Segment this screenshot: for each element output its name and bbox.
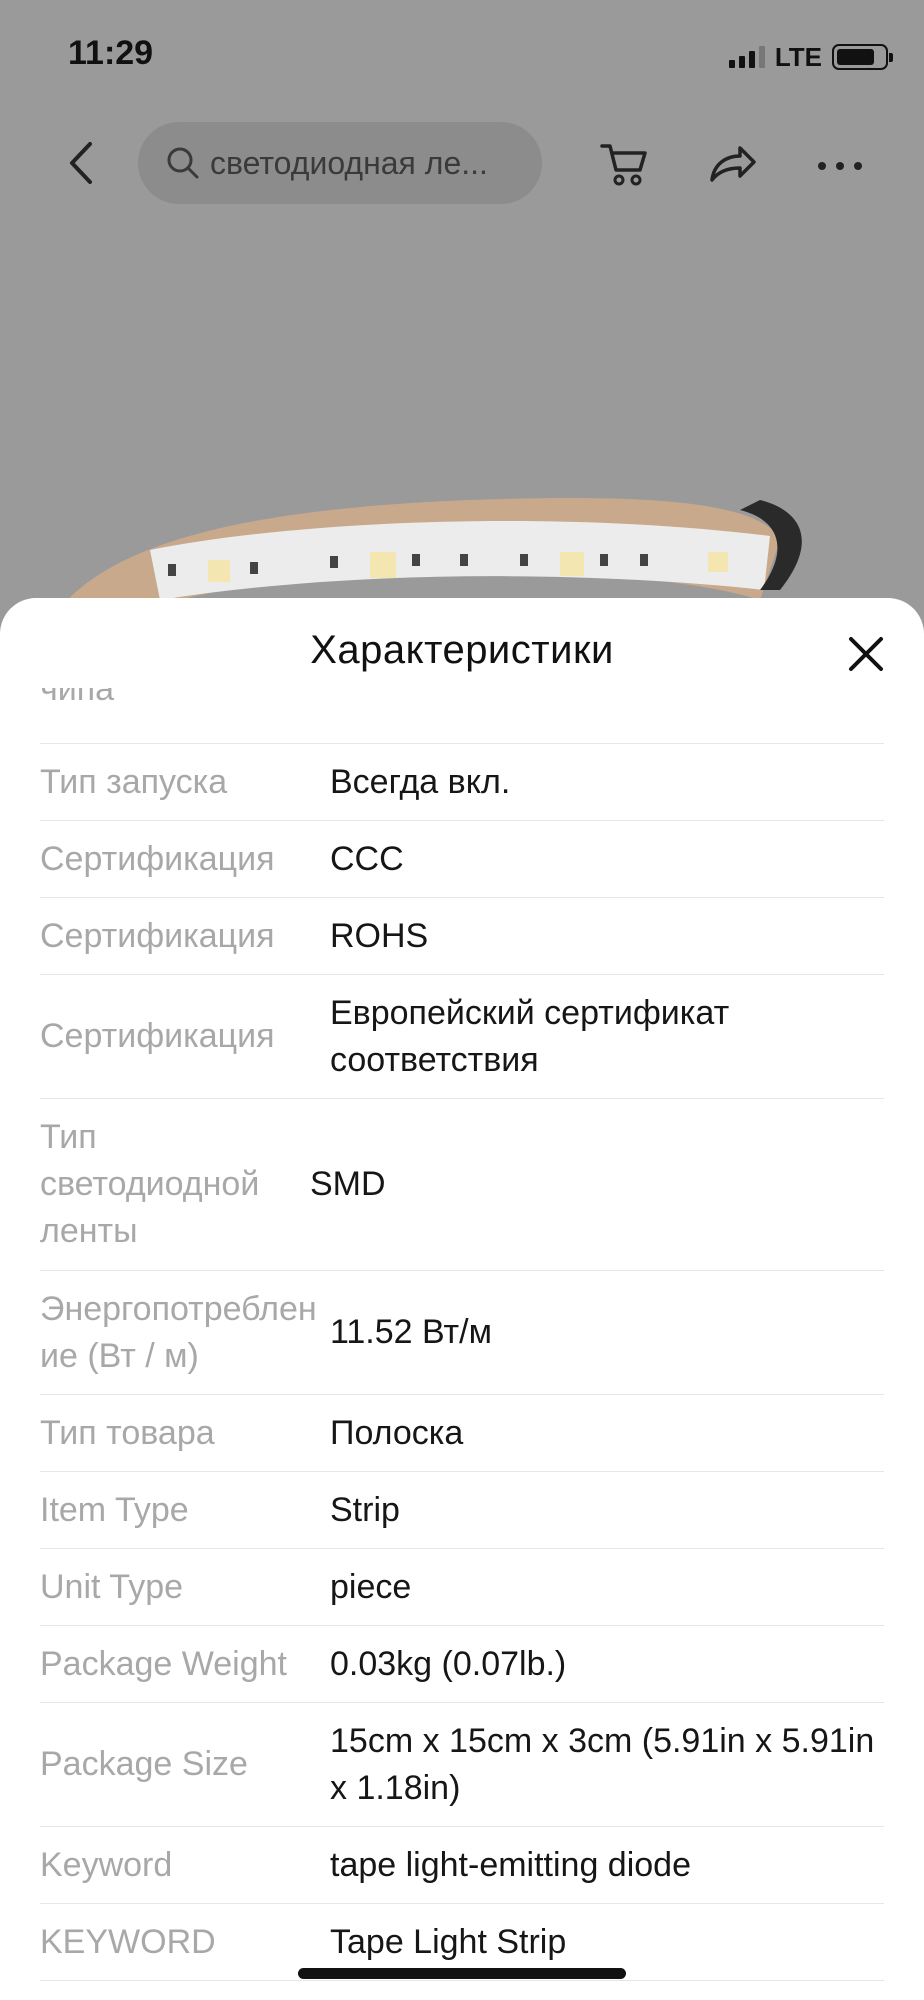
spec-label: Item Type [40, 1490, 189, 1529]
spec-value: SMD [310, 1165, 386, 1203]
table-row: Сертификация Европейский сертификат соот… [40, 975, 884, 1099]
spec-value: 11.52 Вт/м [330, 1313, 492, 1351]
spec-value: 15cm x 15cm x 3cm (5.91in x 5.91in x 1.1… [330, 1721, 875, 1807]
spec-label: Package Weight [40, 1644, 287, 1683]
search-query: светодиодная ле... [210, 144, 488, 181]
share-button[interactable] [706, 140, 758, 188]
spec-label: Энергопотребление (Вт / м) [40, 1289, 317, 1375]
more-icon [818, 162, 862, 170]
spec-value: tape light-emitting diode [330, 1845, 692, 1884]
close-icon [849, 637, 883, 671]
list-item: чипа [40, 688, 884, 744]
spec-label: Сертификация [40, 839, 275, 878]
spec-value: Полоска [330, 1413, 464, 1452]
cart-icon [600, 144, 647, 186]
spec-value: CCC [330, 839, 404, 878]
signal-icon [728, 46, 765, 68]
spec-label: Сертификация [40, 916, 275, 955]
spec-value: piece [330, 1567, 412, 1606]
more-button[interactable] [814, 140, 866, 188]
battery-icon [832, 44, 893, 70]
sheet-title: Характеристики [310, 628, 614, 672]
spec-label: Keyword [40, 1845, 173, 1884]
spec-label: Тип запуска [40, 762, 228, 801]
spec-value: Европейский сертификат соответствия [330, 993, 730, 1079]
top-nav: светодиодная ле... [0, 118, 924, 208]
table-row: Package Size 15cm x 15cm x 3cm (5.91in x… [40, 1703, 884, 1827]
table-row: Keyword tape light-emitting diode [40, 1827, 884, 1904]
table-row: Тип запуска Всегда вкл. [40, 744, 884, 821]
spec-label: Unit Type [40, 1567, 184, 1606]
spec-label: Тип товара [40, 1413, 215, 1452]
table-row: Энергопотребление (Вт / м) 11.52 Вт/м [40, 1271, 884, 1395]
status-indicators: LTE [728, 40, 893, 74]
search-input[interactable]: светодиодная ле... [138, 122, 542, 204]
search-icon [167, 147, 199, 179]
table-row: Тип светодиодной ленты SMD [40, 1099, 884, 1271]
share-icon [710, 146, 756, 182]
spec-value: Всегда вкл. [330, 762, 511, 801]
table-row: Unit Type piece [40, 1549, 884, 1626]
status-time: 11:29 [68, 34, 154, 72]
table-row: Сертификация CCC [40, 821, 884, 898]
back-button[interactable] [62, 138, 102, 188]
table-row: Тип товара Полоска [40, 1395, 884, 1472]
back-icon [70, 142, 92, 184]
network-type: LTE [774, 41, 822, 72]
table-row: Сертификация ROHS [40, 898, 884, 975]
home-indicator[interactable] [298, 1968, 626, 1979]
spec-list: чипа Тип запуска Всегда вкл. Сертификаци… [40, 688, 884, 1981]
characteristics-sheet: Характеристики чипа Тип запуска Всегда в… [0, 598, 924, 2000]
status-bar: 11:29 LTE [0, 0, 924, 110]
close-button[interactable] [846, 634, 886, 674]
cart-button[interactable] [598, 140, 650, 188]
spec-value: Tape Light Strip [330, 1922, 567, 1961]
spec-value: ROHS [330, 916, 429, 955]
spec-label: Сертификация [40, 1017, 275, 1055]
table-row: Item Type Strip [40, 1472, 884, 1549]
spec-label: KEYWORD [40, 1922, 216, 1961]
spec-label: Package Size [40, 1745, 248, 1783]
spec-value: 0.03kg (0.07lb.) [330, 1644, 567, 1683]
spec-label: чипа [40, 688, 115, 708]
spec-label: Тип светодиодной ленты [40, 1118, 260, 1250]
table-row: Package Weight 0.03kg (0.07lb.) [40, 1626, 884, 1703]
spec-value: Strip [330, 1490, 400, 1529]
